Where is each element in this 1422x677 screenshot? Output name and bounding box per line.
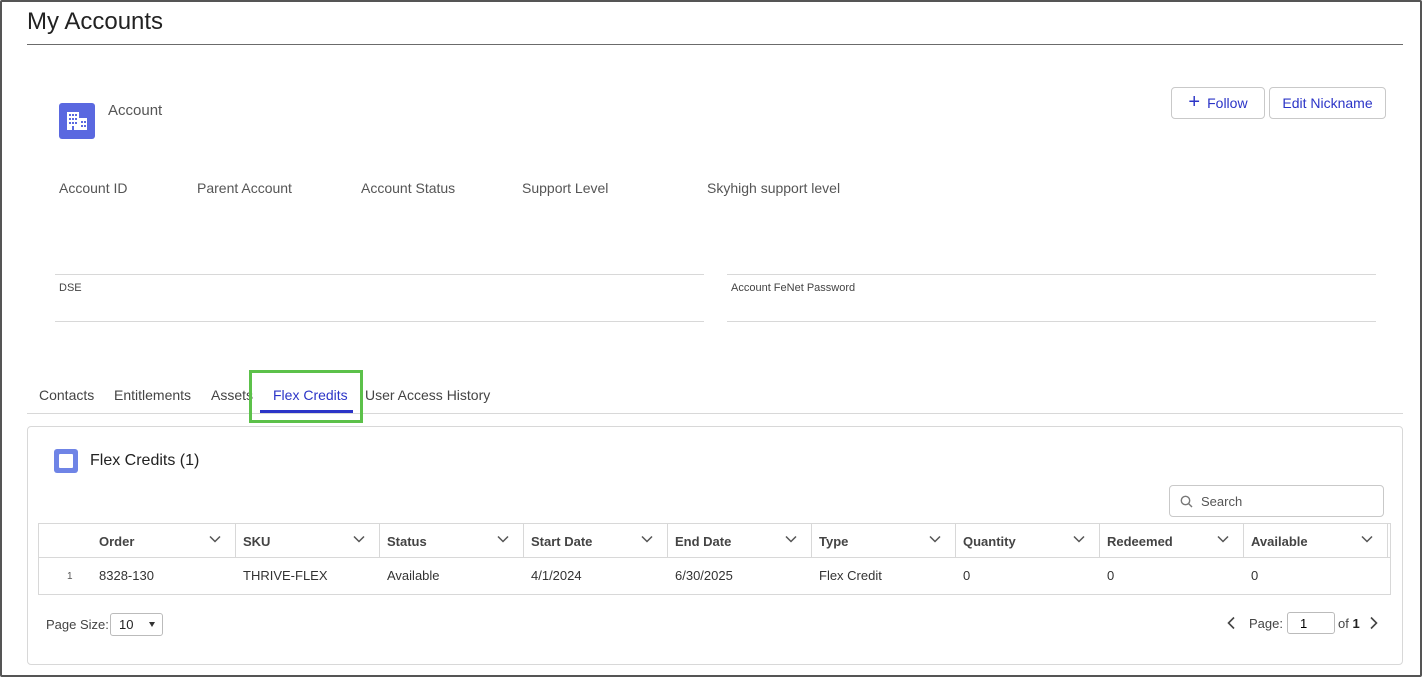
field-divider [55, 321, 704, 322]
col-header-label: Redeemed [1107, 533, 1173, 549]
tab-user-access-history[interactable]: User Access History [365, 387, 490, 403]
cell-available: 0 [1251, 568, 1259, 583]
cell-order: 8328-130 [99, 568, 154, 583]
tab-contacts[interactable]: Contacts [39, 387, 94, 403]
field-parent-account: Parent Account [197, 180, 292, 196]
chevron-down-icon[interactable] [785, 535, 797, 543]
search-input[interactable] [1201, 493, 1371, 509]
col-header-label: Status [387, 533, 427, 549]
page-label: Page: [1249, 616, 1283, 631]
flex-credits-icon [54, 449, 78, 473]
field-divider [727, 274, 1376, 275]
table-header: Order SKU Status Start Date End Date Typ… [39, 524, 1390, 558]
tab-bar: Contacts Entitlements Assets Flex Credit… [27, 380, 1403, 414]
col-header-quantity[interactable]: Quantity [955, 524, 1100, 558]
col-header-type[interactable]: Type [811, 524, 956, 558]
account-building-icon [59, 103, 95, 139]
field-divider [727, 321, 1376, 322]
col-header-sku[interactable]: SKU [235, 524, 380, 558]
page-size-value: 10 [119, 617, 134, 632]
dse-label: DSE [59, 282, 82, 294]
col-header-label: Type [819, 533, 849, 549]
edit-nickname-button[interactable]: Edit Nickname [1269, 87, 1386, 119]
chevron-down-icon[interactable] [1073, 535, 1085, 543]
tab-assets[interactable]: Assets [211, 387, 253, 403]
col-header-label: SKU [243, 533, 271, 549]
col-header-label: Start Date [531, 533, 593, 549]
page-size-label: Page Size: [46, 617, 109, 632]
page-size-select[interactable]: 10 [110, 613, 163, 636]
chevron-right-icon[interactable] [1369, 616, 1379, 630]
cell-quantity: 0 [963, 568, 971, 583]
chevron-down-icon[interactable] [353, 535, 365, 543]
chevron-down-icon[interactable] [929, 535, 941, 543]
cell-sku: THRIVE-FLEX [243, 568, 328, 583]
col-header-label: End Date [675, 533, 732, 549]
follow-label: Follow [1207, 95, 1248, 111]
col-header-available[interactable]: Available [1243, 524, 1388, 558]
highlight-box [249, 370, 363, 423]
field-skyhigh-support-level: Skyhigh support level [707, 180, 841, 196]
cell-type: Flex Credit [819, 568, 882, 583]
col-header-label: Order [99, 533, 135, 549]
field-divider [55, 274, 704, 275]
col-header-status[interactable]: Status [379, 524, 524, 558]
card-title: Flex Credits (1) [90, 452, 200, 469]
caret-down-icon [149, 622, 155, 627]
record-type-label: Account [108, 102, 163, 119]
col-header-start-date[interactable]: Start Date [523, 524, 668, 558]
title-divider [27, 44, 1403, 45]
chevron-down-icon[interactable] [497, 535, 509, 543]
page-total-value: 1 [1352, 616, 1360, 631]
col-header-end-date[interactable]: End Date [667, 524, 812, 558]
col-header-label: Available [1251, 533, 1308, 549]
cell-redeemed: 0 [1107, 568, 1115, 583]
flex-credits-table: Order SKU Status Start Date End Date Typ… [38, 523, 1391, 595]
page-total: of 1 [1338, 616, 1360, 631]
chevron-down-icon[interactable] [209, 535, 221, 543]
page-number-input[interactable] [1287, 612, 1335, 634]
page-of-label: of [1338, 616, 1349, 631]
cell-end-date: 6/30/2025 [675, 568, 733, 583]
row-number: 1 [67, 571, 73, 582]
plus-icon: + [1188, 91, 1201, 113]
field-account-status: Account Status [361, 180, 456, 196]
tab-entitlements[interactable]: Entitlements [114, 387, 191, 403]
follow-button[interactable]: + Follow [1171, 87, 1265, 119]
fenet-password-label: Account FeNet Password [731, 282, 856, 294]
col-header-label: Quantity [963, 533, 1016, 549]
cell-start-date: 4/1/2024 [531, 568, 582, 583]
search-icon [1180, 495, 1193, 507]
chevron-down-icon[interactable] [1217, 535, 1229, 543]
field-account-id: Account ID [59, 180, 128, 196]
cell-status: Available [387, 568, 440, 583]
col-header-order[interactable]: Order [91, 524, 236, 558]
chevron-down-icon[interactable] [641, 535, 653, 543]
chevron-left-icon[interactable] [1226, 616, 1236, 630]
page-title: My Accounts [27, 8, 164, 35]
chevron-down-icon[interactable] [1361, 535, 1373, 543]
field-support-level: Support Level [522, 180, 609, 196]
col-header-redeemed[interactable]: Redeemed [1099, 524, 1244, 558]
search-box[interactable] [1169, 485, 1384, 517]
